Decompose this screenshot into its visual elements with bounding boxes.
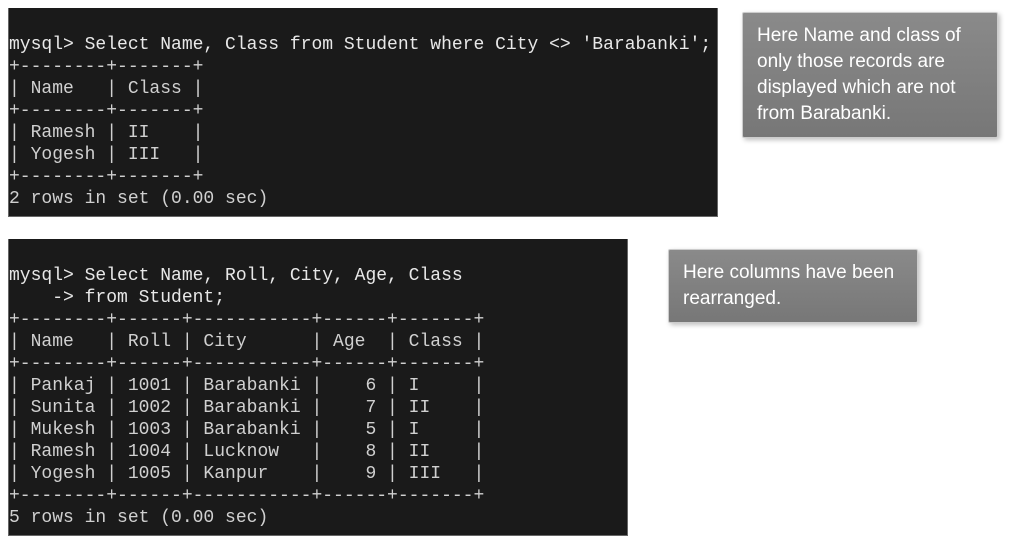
table-header: | Name | Roll | City | Age | Class | — [9, 332, 484, 352]
sql-query-2-line1: mysql> Select Name, Roll, City, Age, Cla… — [9, 266, 463, 286]
table-border-bottom: +--------+------+-----------+------+----… — [9, 486, 484, 506]
table-row: | Yogesh | 1005 | Kanpur | 9 | III | — [9, 464, 484, 484]
table-header: | Name | Class | — [9, 79, 203, 99]
table-border-top: +--------+-------+ — [9, 57, 203, 77]
explanation-callout-1: Here Name and class of only those record… — [742, 12, 998, 138]
table-row: | Pankaj | 1001 | Barabanki | 6 | I | — [9, 376, 484, 396]
explanation-callout-2: Here columns have been rearranged. — [668, 249, 918, 323]
table-row: | Ramesh | II | — [9, 123, 203, 143]
sql-query-1: mysql> Select Name, Class from Student w… — [9, 35, 711, 55]
table-border-bottom: +--------+-------+ — [9, 167, 203, 187]
example-block-2: mysql> Select Name, Roll, City, Age, Cla… — [8, 239, 1016, 536]
table-row: | Ramesh | 1004 | Lucknow | 8 | II | — [9, 442, 484, 462]
table-row: | Yogesh | III | — [9, 145, 203, 165]
table-border-top: +--------+------+-----------+------+----… — [9, 310, 484, 330]
sql-query-2-line2: -> from Student; — [9, 288, 225, 308]
table-row: | Sunita | 1002 | Barabanki | 7 | II | — [9, 398, 484, 418]
result-footer: 2 rows in set (0.00 sec) — [9, 189, 268, 209]
table-row: | Mukesh | 1003 | Barabanki | 5 | I | — [9, 420, 484, 440]
table-border-mid: +--------+------+-----------+------+----… — [9, 354, 484, 374]
table-border-mid: +--------+-------+ — [9, 101, 203, 121]
result-footer: 5 rows in set (0.00 sec) — [9, 508, 268, 528]
terminal-output-1: mysql> Select Name, Class from Student w… — [8, 8, 718, 217]
terminal-output-2: mysql> Select Name, Roll, City, Age, Cla… — [8, 239, 628, 536]
example-block-1: mysql> Select Name, Class from Student w… — [8, 8, 1016, 217]
